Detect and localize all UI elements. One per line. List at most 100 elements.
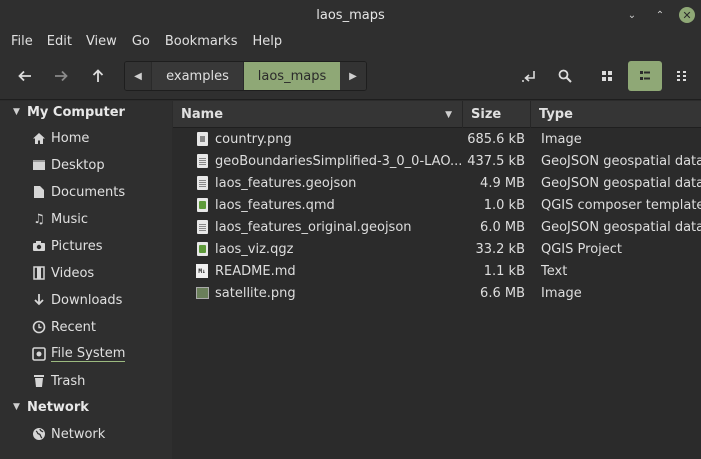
table-row[interactable]: laos_features.geojson 4.9 MB GeoJSON geo… xyxy=(173,172,701,194)
breadcrumb-laos-maps[interactable]: laos_maps xyxy=(243,62,340,90)
png-file-icon xyxy=(195,131,209,147)
menu-view[interactable]: View xyxy=(86,32,117,52)
sidebar-item-pictures[interactable]: Pictures xyxy=(0,234,172,258)
file-name: README.md xyxy=(215,263,296,279)
sidebar-item-file-system[interactable]: File System xyxy=(0,342,172,366)
globe-icon xyxy=(31,426,47,442)
qgis-project-icon xyxy=(195,241,209,257)
file-type: Image xyxy=(541,131,582,147)
file-size: 4.9 MB xyxy=(480,175,525,191)
home-icon xyxy=(31,130,47,146)
camera-icon xyxy=(31,238,47,254)
menu-edit[interactable]: Edit xyxy=(47,32,72,52)
table-row[interactable]: laos_viz.qgz 33.2 kB QGIS Project xyxy=(173,238,701,260)
file-name: laos_features_original.geojson xyxy=(215,219,412,235)
minimize-icon: ⌄ xyxy=(627,9,637,21)
maximize-icon: ⌃ xyxy=(655,9,665,21)
breadcrumb-examples[interactable]: examples xyxy=(151,62,243,90)
sidebar-item-trash[interactable]: Trash xyxy=(0,369,172,393)
title-bar: laos_maps ⌄ ⌃ ✕ xyxy=(0,0,701,32)
sidebar-item-music[interactable]: ♫ Music xyxy=(0,207,172,231)
sidebar-item-label: Downloads xyxy=(51,292,123,308)
column-name-label: Name xyxy=(181,107,224,122)
breadcrumb-left-button[interactable]: ◀ xyxy=(125,62,151,90)
triangle-right-icon: ▶ xyxy=(349,70,357,82)
image-thumbnail-icon xyxy=(195,285,209,301)
up-button[interactable] xyxy=(81,61,115,91)
file-type: GeoJSON geospatial data xyxy=(541,219,701,235)
close-button[interactable]: ✕ xyxy=(679,7,695,23)
desktop-icon xyxy=(31,157,47,173)
menu-go[interactable]: Go xyxy=(132,32,150,52)
window-title: laos_maps xyxy=(316,8,385,23)
forward-button[interactable] xyxy=(44,61,78,91)
column-name[interactable]: Name ▼ xyxy=(173,101,463,128)
column-header: Name ▼ Size Type xyxy=(173,101,701,128)
arrow-up-icon xyxy=(92,69,104,82)
sidebar-item-label: Videos xyxy=(51,265,95,281)
file-name: geoBoundariesSimplified-3_0_0-LAO... xyxy=(215,153,463,169)
text-file-icon xyxy=(195,219,209,235)
menu-bar: File Edit View Go Bookmarks Help xyxy=(0,32,701,52)
table-row[interactable]: M↓ README.md 1.1 kB Text xyxy=(173,260,701,282)
arrow-right-icon xyxy=(55,70,68,82)
file-name: laos_features.geojson xyxy=(215,175,357,191)
toolbar: ◀ examples laos_maps ▶ xyxy=(0,52,701,100)
sidebar-item-documents[interactable]: Documents xyxy=(0,180,172,204)
download-icon xyxy=(31,292,47,308)
sidebar-item-label: Desktop xyxy=(51,157,105,173)
icon-view-button[interactable] xyxy=(590,61,624,91)
text-file-icon xyxy=(195,153,209,169)
file-size: 1.1 kB xyxy=(483,263,525,279)
sidebar-item-videos[interactable]: Videos xyxy=(0,261,172,285)
menu-file[interactable]: File xyxy=(11,32,33,52)
menu-help[interactable]: Help xyxy=(252,32,282,52)
table-row[interactable]: laos_features.qmd 1.0 kB QGIS composer t… xyxy=(173,194,701,216)
menu-bookmarks[interactable]: Bookmarks xyxy=(165,32,238,52)
film-icon xyxy=(31,265,47,281)
breadcrumb-right-button[interactable]: ▶ xyxy=(340,62,366,90)
file-name: laos_features.qmd xyxy=(215,197,335,213)
column-type[interactable]: Type xyxy=(531,101,701,128)
sidebar-item-desktop[interactable]: Desktop xyxy=(0,153,172,177)
chevron-down-icon: ▼ xyxy=(13,402,20,412)
minimize-button[interactable]: ⌄ xyxy=(624,7,640,23)
sidebar-item-recent[interactable]: Recent xyxy=(0,315,172,339)
file-name: laos_viz.qgz xyxy=(215,241,294,257)
file-size: 6.6 MB xyxy=(480,285,525,301)
sidebar-section-network[interactable]: ▼ Network xyxy=(0,396,89,418)
table-row[interactable]: geoBoundariesSimplified-3_0_0-LAO... 437… xyxy=(173,150,701,172)
compact-list-icon xyxy=(677,71,686,81)
grid-icon xyxy=(602,71,612,81)
file-type: Image xyxy=(541,285,582,301)
text-file-icon xyxy=(195,175,209,191)
file-type: GeoJSON geospatial data xyxy=(541,175,701,191)
search-icon xyxy=(558,69,572,83)
table-row[interactable]: laos_features_original.geojson 6.0 MB Ge… xyxy=(173,216,701,238)
sidebar-item-network[interactable]: Network xyxy=(0,422,172,446)
column-size-label: Size xyxy=(471,107,502,122)
sidebar-item-home[interactable]: Home xyxy=(0,126,172,150)
sidebar-item-downloads[interactable]: Downloads xyxy=(0,288,172,312)
search-button[interactable] xyxy=(548,61,582,91)
music-icon: ♫ xyxy=(33,211,45,227)
list-view-button[interactable] xyxy=(628,61,662,91)
table-row[interactable]: satellite.png 6.6 MB Image xyxy=(173,282,701,304)
chevron-down-icon: ▼ xyxy=(13,107,20,117)
table-row[interactable]: country.png 685.6 kB Image xyxy=(173,128,701,150)
file-size: 6.0 MB xyxy=(480,219,525,235)
column-size[interactable]: Size xyxy=(463,101,531,128)
toggle-location-button[interactable] xyxy=(512,61,546,91)
sidebar-item-label: Music xyxy=(51,211,88,227)
sidebar-item-label: Pictures xyxy=(51,238,103,254)
compact-view-button[interactable] xyxy=(665,61,699,91)
back-button[interactable] xyxy=(8,61,42,91)
clock-icon xyxy=(31,319,47,335)
sidebar-section-my-computer[interactable]: ▼ My Computer xyxy=(0,101,125,123)
file-list-pane: Name ▼ Size Type country.png 685.6 kB Im… xyxy=(173,101,701,459)
maximize-button[interactable]: ⌃ xyxy=(652,7,668,23)
file-size: 1.0 kB xyxy=(483,197,525,213)
sidebar-item-label: Network xyxy=(51,426,106,442)
sidebar-section-label: My Computer xyxy=(27,104,125,120)
sidebar-item-label: Documents xyxy=(51,184,126,200)
